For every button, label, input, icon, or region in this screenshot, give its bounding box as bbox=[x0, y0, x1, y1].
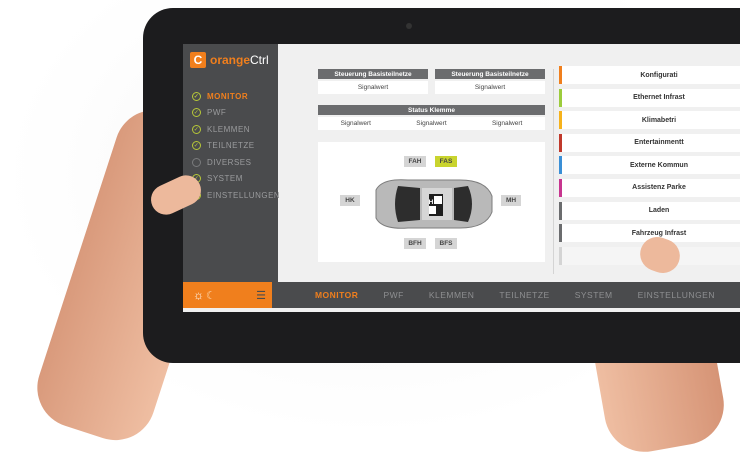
steuerung-2-value: Signalwert bbox=[435, 81, 545, 94]
menu-icon[interactable]: ☰ bbox=[256, 289, 266, 302]
tab-teilnetze[interactable]: TEILNETZE bbox=[499, 290, 549, 300]
tag-fas[interactable]: FAS bbox=[435, 156, 457, 167]
tab-pwf[interactable]: PWF bbox=[383, 290, 403, 300]
check-circle-icon: ✓ bbox=[192, 91, 201, 101]
sidebar-nav: ✓ MONITOR ✓ PWF ✓ KLEMMEN ✓ TEILNETZE DIVERS… bbox=[192, 88, 280, 204]
bottom-tabs: MONITOR PWF KLEMMEN TEILNETZE SYSTEM EIN… bbox=[315, 290, 740, 300]
list-item-ethernet[interactable]: Ethernet Infrast bbox=[559, 88, 740, 107]
steuerung-2-header: Steuerung Basisteilnetze bbox=[435, 69, 545, 79]
sidebar-item-system[interactable]: ✓SYSTEM bbox=[192, 171, 280, 188]
logo-icon: C bbox=[190, 52, 206, 68]
camera-dot bbox=[406, 23, 412, 29]
sidebar-item-diverses[interactable]: DIVERSES bbox=[192, 154, 280, 171]
tab-einstellungen[interactable]: EINSTELLUNGEN bbox=[638, 290, 715, 300]
steuerung-1-header: Steuerung Basisteilnetze bbox=[318, 69, 428, 79]
status-klemme-values: Signalwert Signalwert Signalwert bbox=[318, 117, 545, 130]
status-value-1: Signalwert bbox=[340, 120, 371, 127]
list-item-assistenz[interactable]: Assistenz Parke bbox=[559, 178, 740, 197]
tag-h[interactable]: H bbox=[426, 197, 436, 208]
car-panel: FAH FAS HK MH BFH BFS H bbox=[318, 142, 545, 262]
list-item-klimabetrieb[interactable]: Klimabetri bbox=[559, 111, 740, 130]
tag-bfs[interactable]: BFS bbox=[435, 238, 457, 249]
sidebar-item-klemmen[interactable]: ✓ KLEMMEN bbox=[192, 121, 280, 138]
theme-toggle-area: ☼ ☾ ☰ bbox=[183, 282, 272, 308]
logo-text: orangeCtrl bbox=[210, 53, 269, 67]
status-value-3: Signalwert bbox=[491, 120, 523, 127]
tag-hk[interactable]: HK bbox=[340, 195, 360, 206]
tab-klemmen[interactable]: KLEMMEN bbox=[429, 290, 475, 300]
status-klemme-header: Status Klemme bbox=[318, 105, 545, 115]
divider bbox=[553, 69, 554, 274]
moon-icon[interactable]: ☾ bbox=[206, 289, 216, 302]
list-item-entertainment[interactable]: Entertainmentt bbox=[559, 133, 740, 152]
tag-bfh[interactable]: BFH bbox=[404, 238, 426, 249]
sidebar-item-monitor[interactable]: ✓ MONITOR bbox=[192, 88, 280, 105]
tab-monitor[interactable]: MONITOR bbox=[315, 290, 358, 300]
tag-fah[interactable]: FAH bbox=[404, 156, 426, 167]
check-circle-icon: ✓ bbox=[192, 124, 201, 134]
tab-system[interactable]: SYSTEM bbox=[575, 290, 613, 300]
tag-mh[interactable]: MH bbox=[501, 195, 521, 206]
empty-circle-icon bbox=[192, 157, 201, 167]
list-item-externe-kommunikation[interactable]: Externe Kommun bbox=[559, 156, 740, 175]
list-item-konfiguration[interactable]: Konfigurati bbox=[559, 66, 740, 84]
sidebar-item-pwf[interactable]: ✓ PWF bbox=[192, 105, 280, 122]
logo: C orangeCtrl bbox=[190, 52, 269, 68]
status-value-2: Signalwert bbox=[416, 120, 447, 127]
check-circle-icon: ✓ bbox=[192, 108, 201, 118]
sidebar-item-teilnetze[interactable]: ✓ TEILNETZE bbox=[192, 138, 280, 155]
list-item-laden[interactable]: Laden bbox=[559, 201, 740, 220]
bottom-bar: ☼ ☾ ☰ MONITOR PWF KLEMMEN TEILNETZE SYST… bbox=[183, 282, 740, 308]
sidebar: C orangeCtrl ✓ MONITOR ✓ PWF ✓ KLEMMEN ✓ TEI… bbox=[183, 44, 280, 282]
check-circle-icon: ✓ bbox=[192, 141, 201, 151]
steuerung-1-value: Signalwert bbox=[318, 81, 428, 94]
sun-icon[interactable]: ☼ bbox=[193, 288, 204, 302]
sidebar-item-einstellungen[interactable]: ✓EINSTELLUNGEN bbox=[192, 187, 280, 204]
